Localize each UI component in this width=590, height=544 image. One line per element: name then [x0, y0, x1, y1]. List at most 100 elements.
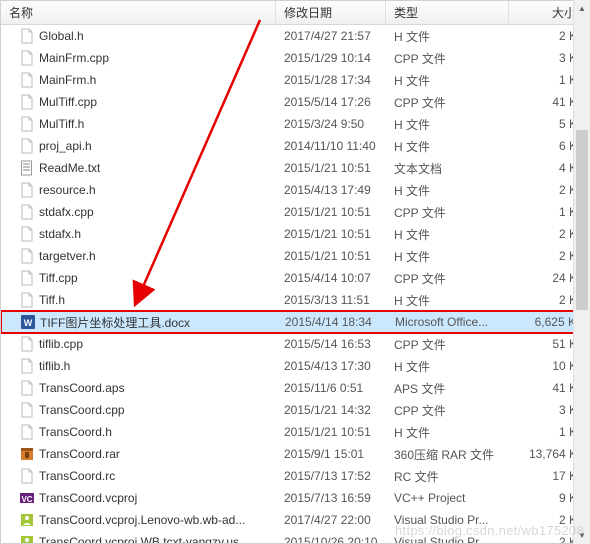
file-explorer-list: 名称 修改日期 类型 大小 Global.h2017/4/27 21:57H 文…	[0, 0, 590, 544]
file-type-cell: CPP 文件	[386, 336, 509, 353]
file-row[interactable]: proj_api.h2014/11/10 11:40H 文件6 K	[1, 135, 589, 157]
file-row[interactable]: TransCoord.h2015/1/21 10:51H 文件1 K	[1, 421, 589, 443]
file-name-cell: MulTiff.h	[1, 116, 276, 132]
file-name-cell: stdafx.h	[1, 226, 276, 242]
file-icon: W	[20, 314, 36, 330]
file-name-text: TransCoord.vcproj	[39, 491, 137, 505]
header-name[interactable]: 名称	[1, 1, 276, 24]
file-type-cell: H 文件	[386, 28, 509, 45]
file-type-cell: H 文件	[386, 226, 509, 243]
file-name-text: MainFrm.cpp	[39, 51, 109, 65]
vertical-scrollbar[interactable]: ▲ ▼	[573, 0, 590, 544]
file-name-cell: TransCoord.vcproj.WB.tcxt-yangzy.us...	[1, 534, 276, 543]
file-type-cell: 360压缩 RAR 文件	[386, 446, 509, 463]
file-date-cell: 2015/7/13 16:59	[276, 491, 386, 505]
file-row[interactable]: Global.h2017/4/27 21:57H 文件2 K	[1, 25, 589, 47]
file-row[interactable]: tiflib.h2015/4/13 17:30H 文件10 K	[1, 355, 589, 377]
file-type-cell: Visual Studio Pr...	[386, 535, 509, 543]
file-row[interactable]: targetver.h2015/1/21 10:51H 文件2 K	[1, 245, 589, 267]
file-row[interactable]: MainFrm.cpp2015/1/29 10:14CPP 文件3 K	[1, 47, 589, 69]
file-icon	[19, 446, 35, 462]
file-type-cell: CPP 文件	[386, 50, 509, 67]
file-row[interactable]: TransCoord.vcproj.Lenovo-wb.wb-ad... 2017…	[1, 509, 589, 531]
file-row[interactable]: stdafx.h2015/1/21 10:51H 文件2 K	[1, 223, 589, 245]
file-date-cell: 2015/4/14 18:34	[277, 315, 387, 329]
file-name-text: TransCoord.cpp	[39, 403, 125, 417]
file-type-cell: CPP 文件	[386, 402, 509, 419]
file-date-cell: 2015/1/28 17:34	[276, 73, 386, 87]
file-name-cell: VCTransCoord.vcproj	[1, 490, 276, 506]
file-row[interactable]: Tiff.cpp2015/4/14 10:07CPP 文件24 K	[1, 267, 589, 289]
file-type-cell: H 文件	[386, 138, 509, 155]
file-row[interactable]: stdafx.cpp2015/1/21 10:51CPP 文件1 K	[1, 201, 589, 223]
file-date-cell: 2015/9/1 15:01	[276, 447, 386, 461]
file-date-cell: 2015/10/26 20:10	[276, 535, 386, 543]
file-date-cell: 2015/1/21 14:32	[276, 403, 386, 417]
file-name-cell: TransCoord.vcproj.Lenovo-wb.wb-ad...	[1, 512, 276, 528]
file-date-cell: 2017/4/27 22:00	[276, 513, 386, 527]
file-icon	[19, 138, 35, 154]
file-row[interactable]: TransCoord.vcproj.WB.tcxt-yangzy.us... 20…	[1, 531, 589, 543]
file-name-text: tiflib.cpp	[39, 337, 83, 351]
file-row[interactable]: ReadMe.txt2015/1/21 10:51文本文档4 K	[1, 157, 589, 179]
file-row[interactable]: MainFrm.h2015/1/28 17:34H 文件1 K	[1, 69, 589, 91]
file-name-cell: ReadMe.txt	[1, 160, 276, 176]
file-row[interactable]: TransCoord.rar2015/9/1 15:01360压缩 RAR 文件…	[1, 443, 589, 465]
file-row[interactable]: TransCoord.aps2015/11/6 0:51APS 文件41 K	[1, 377, 589, 399]
file-row[interactable]: TransCoord.rc2015/7/13 17:52RC 文件17 K	[1, 465, 589, 487]
file-name-cell: proj_api.h	[1, 138, 276, 154]
file-name-cell: TransCoord.cpp	[1, 402, 276, 418]
file-name-cell: Tiff.h	[1, 292, 276, 308]
file-rows: Global.h2017/4/27 21:57H 文件2 KMainFrm.cp…	[1, 25, 589, 543]
file-name-cell: MainFrm.h	[1, 72, 276, 88]
file-date-cell: 2015/4/13 17:30	[276, 359, 386, 373]
file-date-cell: 2015/3/13 11:51	[276, 293, 386, 307]
file-icon	[19, 270, 35, 286]
file-name-cell: TransCoord.rc	[1, 468, 276, 484]
file-row[interactable]: resource.h2015/4/13 17:49H 文件2 K	[1, 179, 589, 201]
file-type-cell: APS 文件	[386, 380, 509, 397]
file-name-text: TransCoord.aps	[39, 381, 125, 395]
file-name-cell: TransCoord.h	[1, 424, 276, 440]
file-icon	[19, 160, 35, 176]
file-name-text: MulTiff.h	[39, 117, 84, 131]
file-name-text: Tiff.cpp	[39, 271, 78, 285]
file-name-text: TransCoord.vcproj.Lenovo-wb.wb-ad...	[39, 513, 245, 527]
file-row[interactable]: MulTiff.cpp2015/5/14 17:26CPP 文件41 K	[1, 91, 589, 113]
file-date-cell: 2015/4/13 17:49	[276, 183, 386, 197]
file-row[interactable]: VCTransCoord.vcproj2015/7/13 16:59VC++ P…	[1, 487, 589, 509]
file-row[interactable]: TransCoord.cpp2015/1/21 14:32CPP 文件3 K	[1, 399, 589, 421]
file-icon	[19, 116, 35, 132]
file-name-cell: Tiff.cpp	[1, 270, 276, 286]
file-date-cell: 2015/4/14 10:07	[276, 271, 386, 285]
file-name-cell: stdafx.cpp	[1, 204, 276, 220]
file-icon	[19, 226, 35, 242]
file-icon	[19, 50, 35, 66]
file-name-text: TransCoord.vcproj.WB.tcxt-yangzy.us...	[39, 535, 249, 543]
file-type-cell: H 文件	[386, 292, 509, 309]
file-date-cell: 2015/1/21 10:51	[276, 227, 386, 241]
file-icon	[19, 336, 35, 352]
file-row[interactable]: MulTiff.h2015/3/24 9:50H 文件5 K	[1, 113, 589, 135]
header-date[interactable]: 修改日期	[276, 1, 386, 24]
file-name-text: MulTiff.cpp	[39, 95, 97, 109]
file-icon	[19, 402, 35, 418]
file-row[interactable]: tiflib.cpp2015/5/14 16:53CPP 文件51 K	[1, 333, 589, 355]
scroll-up-button[interactable]: ▲	[574, 0, 590, 17]
header-type[interactable]: 类型	[386, 1, 509, 24]
file-date-cell: 2014/11/10 11:40	[276, 139, 386, 153]
file-date-cell: 2015/5/14 17:26	[276, 95, 386, 109]
file-type-cell: H 文件	[386, 424, 509, 441]
scroll-down-button[interactable]: ▼	[574, 527, 590, 544]
file-name-cell: Global.h	[1, 28, 276, 44]
file-name-text: proj_api.h	[39, 139, 92, 153]
file-name-cell: TransCoord.aps	[1, 380, 276, 396]
file-date-cell: 2015/1/21 10:51	[276, 425, 386, 439]
svg-text:W: W	[24, 318, 33, 328]
file-date-cell: 2015/1/21 10:51	[276, 205, 386, 219]
file-type-cell: CPP 文件	[386, 204, 509, 221]
file-row[interactable]: WTIFF图片坐标处理工具.docx2015/4/14 18:34Microso…	[1, 311, 589, 333]
file-row[interactable]: Tiff.h2015/3/13 11:51H 文件2 K	[1, 289, 589, 311]
file-icon	[19, 292, 35, 308]
scroll-thumb[interactable]	[576, 130, 588, 310]
